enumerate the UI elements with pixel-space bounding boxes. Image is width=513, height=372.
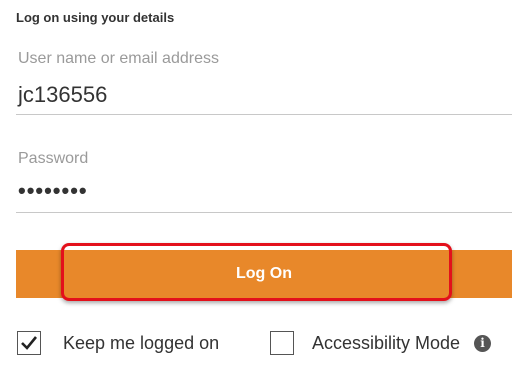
- info-icon[interactable]: i: [474, 334, 492, 352]
- username-label: User name or email address: [18, 50, 219, 67]
- password-label: Password: [18, 150, 89, 167]
- password-value[interactable]: ••••••••: [18, 178, 88, 204]
- accessibility-mode-label: Accessibility Mode: [312, 332, 461, 353]
- accessibility-mode-option[interactable]: Accessibility Mode i: [270, 331, 492, 355]
- keep-logged-on-option[interactable]: Keep me logged on: [17, 331, 219, 355]
- login-form: Log on using your details User name or e…: [0, 0, 513, 372]
- username-field[interactable]: User name or email address jc136556: [16, 50, 512, 115]
- username-value[interactable]: jc136556: [18, 82, 107, 108]
- form-heading: Log on using your details: [16, 10, 175, 25]
- accessibility-mode-checkbox[interactable]: [270, 331, 294, 355]
- checkmark-icon: [21, 336, 38, 350]
- password-field[interactable]: Password ••••••••: [16, 150, 512, 213]
- keep-logged-on-label: Keep me logged on: [63, 332, 220, 353]
- keep-logged-on-checkbox[interactable]: [17, 331, 41, 355]
- log-on-button[interactable]: Log On: [16, 250, 512, 298]
